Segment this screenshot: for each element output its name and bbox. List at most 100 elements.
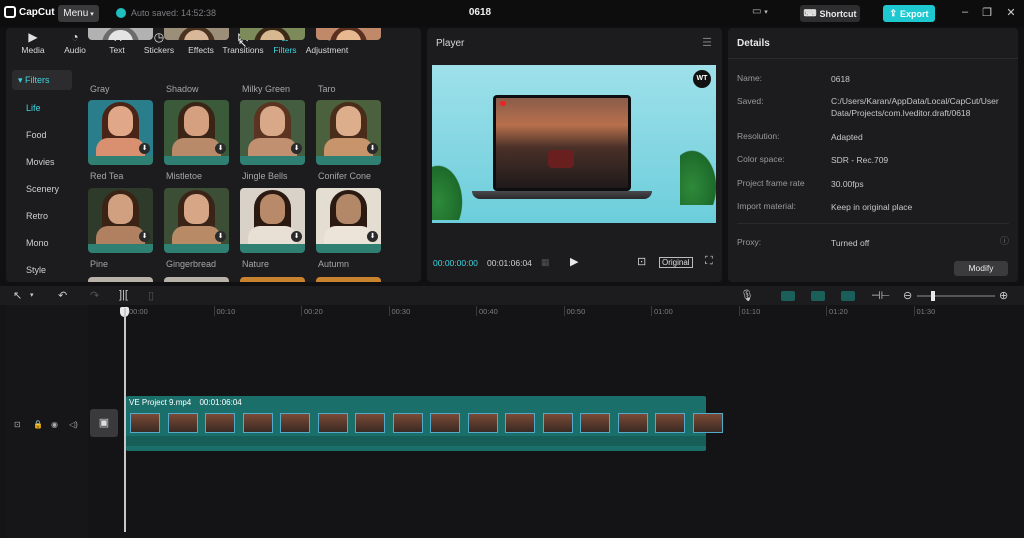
cover-button[interactable]: ▣	[90, 409, 118, 437]
category-movies[interactable]: Movies	[12, 152, 72, 172]
clip-frame	[505, 413, 535, 433]
detail-key: Resolution:	[737, 131, 780, 141]
download-icon[interactable]: ⬇	[215, 231, 226, 242]
ruler-tick	[476, 306, 477, 316]
undo-icon[interactable]: ↶	[58, 289, 67, 302]
category-retro[interactable]: Retro	[12, 206, 72, 226]
auto-snap-icon[interactable]	[811, 291, 825, 301]
filter-thumbnail[interactable]: ⬇	[240, 100, 305, 165]
ruler-label: 01:30	[916, 307, 936, 316]
zoom-in-icon[interactable]: ⊕	[999, 289, 1008, 302]
filter-thumbnail[interactable]: ⬇	[88, 188, 153, 253]
details-divider	[728, 58, 1018, 59]
category-style[interactable]: Style	[12, 260, 72, 280]
microphone-icon[interactable]: 🎙	[740, 289, 754, 302]
filter-thumbnail[interactable]: ⬇	[316, 188, 381, 253]
download-icon[interactable]: ⬇	[291, 143, 302, 154]
category-life[interactable]: Life	[12, 98, 72, 118]
timeline-toolbar: ↖ ▾ ↶ ↷ ]|[ ▯ 🎙 ⊣⊢ ⊖ ⊕	[0, 286, 1024, 305]
filter-preview-image: ⬇	[316, 28, 381, 40]
download-icon[interactable]: ⬇	[367, 231, 378, 242]
filter-thumbnail[interactable]: ⬇	[88, 100, 153, 165]
filter-thumbnail-partial[interactable]	[316, 277, 381, 282]
download-icon[interactable]: ⬇	[139, 231, 150, 242]
category-mono[interactable]: Mono	[12, 233, 72, 253]
filter-label: Conifer Cone	[318, 171, 372, 181]
delete-icon[interactable]: ▯	[148, 289, 154, 302]
fullscreen-icon[interactable]: ⛶	[705, 255, 713, 268]
main-track-magnet-icon[interactable]	[781, 291, 795, 301]
filter-thumbnail[interactable]: ⬇	[316, 100, 381, 165]
clip-frame	[467, 413, 498, 433]
linkage-icon[interactable]	[841, 291, 855, 301]
filter-thumbnail[interactable]: ⬇	[164, 188, 229, 253]
zoom-slider-handle[interactable]	[931, 291, 935, 301]
filter-thumbnail[interactable]: ⬇	[88, 28, 153, 40]
ratio-button[interactable]: Original	[659, 257, 693, 268]
tab-media[interactable]: ▶ Media	[11, 30, 55, 55]
ruler-tick	[388, 306, 390, 316]
filter-preview-image: ⬇	[316, 100, 381, 156]
download-icon[interactable]: ⬇	[215, 143, 226, 154]
media-panel: ▶Media ◔Audio TIText ◷Stickers ✧Effects …	[6, 28, 421, 282]
clip-frame	[392, 413, 423, 433]
maximize-button[interactable]: ❐	[980, 6, 994, 19]
filter-label: Gingerbread	[166, 259, 217, 269]
filter-thumbnail[interactable]: ⬇	[164, 28, 229, 40]
play-button[interactable]: ▶	[570, 255, 578, 268]
ruler-tick	[213, 306, 215, 316]
shortcut-button[interactable]: ⌨ Shortcut	[800, 5, 860, 22]
menu-button[interactable]: Menu ▾	[58, 5, 99, 22]
category-food[interactable]: Food	[12, 125, 72, 145]
split-icon[interactable]: ]|[	[119, 289, 128, 301]
modify-button[interactable]: Modify	[954, 261, 1008, 276]
minimize-button[interactable]: –	[958, 6, 972, 18]
screenshot-icon[interactable]: ⊡	[637, 255, 646, 268]
app-logo: CapCut	[4, 6, 55, 18]
category-header-filters[interactable]: ▾ Filters	[12, 70, 72, 90]
ruler-tick	[738, 306, 740, 316]
player-panel: Player ☰ WT 00:00:00:00 00:01:06:04 ▦ ▶ …	[427, 28, 722, 282]
track-toggle-icon[interactable]: ⊡	[14, 420, 21, 429]
select-cursor-icon[interactable]: ↖	[13, 289, 22, 302]
playhead[interactable]	[124, 308, 126, 532]
clip-frame	[167, 413, 198, 433]
ruler-label: 00:20	[304, 307, 323, 316]
download-icon[interactable]: ⬇	[367, 143, 378, 154]
export-button[interactable]: ⇪ Export	[883, 5, 935, 22]
download-icon[interactable]: ⬇	[291, 231, 302, 242]
filter-thumbnail-partial[interactable]	[88, 277, 153, 282]
filter-thumbnail[interactable]: ⬇	[164, 100, 229, 165]
filter-preview-image: ⬇	[88, 100, 153, 156]
download-icon[interactable]: ⬇	[139, 143, 150, 154]
category-scenery[interactable]: Scenery	[12, 179, 72, 199]
video-clip[interactable]: VE Project 9.mp4 00:01:06:04	[126, 396, 723, 451]
ruler-label: 00:30	[391, 307, 411, 316]
filter-thumbnail[interactable]: ⬇	[240, 188, 305, 253]
redo-icon[interactable]: ↷	[90, 289, 99, 302]
grid-view-icon[interactable]: ▦	[541, 257, 550, 268]
filter-thumbnail-partial[interactable]	[240, 277, 305, 282]
lock-icon[interactable]: 🔒	[33, 420, 43, 429]
zoom-out-icon[interactable]: ⊖	[903, 289, 912, 302]
filter-label: Pine	[90, 259, 109, 269]
chevron-down-icon[interactable]: ▾	[30, 291, 34, 299]
video-preview[interactable]: WT	[432, 65, 716, 223]
ruler-label: 00:50	[566, 307, 586, 316]
title-bar: CapCut Menu ▾ Auto saved: 14:52:38 0618 …	[0, 0, 1024, 27]
filter-thumbnail[interactable]: ⬇	[240, 28, 305, 40]
layout-button[interactable]: ▭ ▾	[752, 6, 768, 17]
filter-label: Milky Green	[242, 84, 291, 94]
menu-icon[interactable]: ☰	[702, 36, 712, 49]
info-icon[interactable]: ⓘ	[1000, 234, 1009, 247]
eye-icon[interactable]: ◉	[51, 420, 58, 429]
preview-axis-icon[interactable]: ⊣⊢	[871, 289, 890, 302]
ruler-label: 00:10	[216, 307, 236, 316]
zoom-slider[interactable]	[917, 291, 995, 301]
speaker-icon[interactable]: ◁)	[69, 420, 78, 429]
filter-thumbnail-partial[interactable]	[164, 277, 229, 282]
detail-value: 0618	[831, 74, 850, 84]
close-button[interactable]: ✕	[1004, 6, 1018, 19]
capcut-logo-icon	[4, 6, 16, 18]
filter-thumbnail[interactable]: ⬇	[316, 28, 381, 40]
